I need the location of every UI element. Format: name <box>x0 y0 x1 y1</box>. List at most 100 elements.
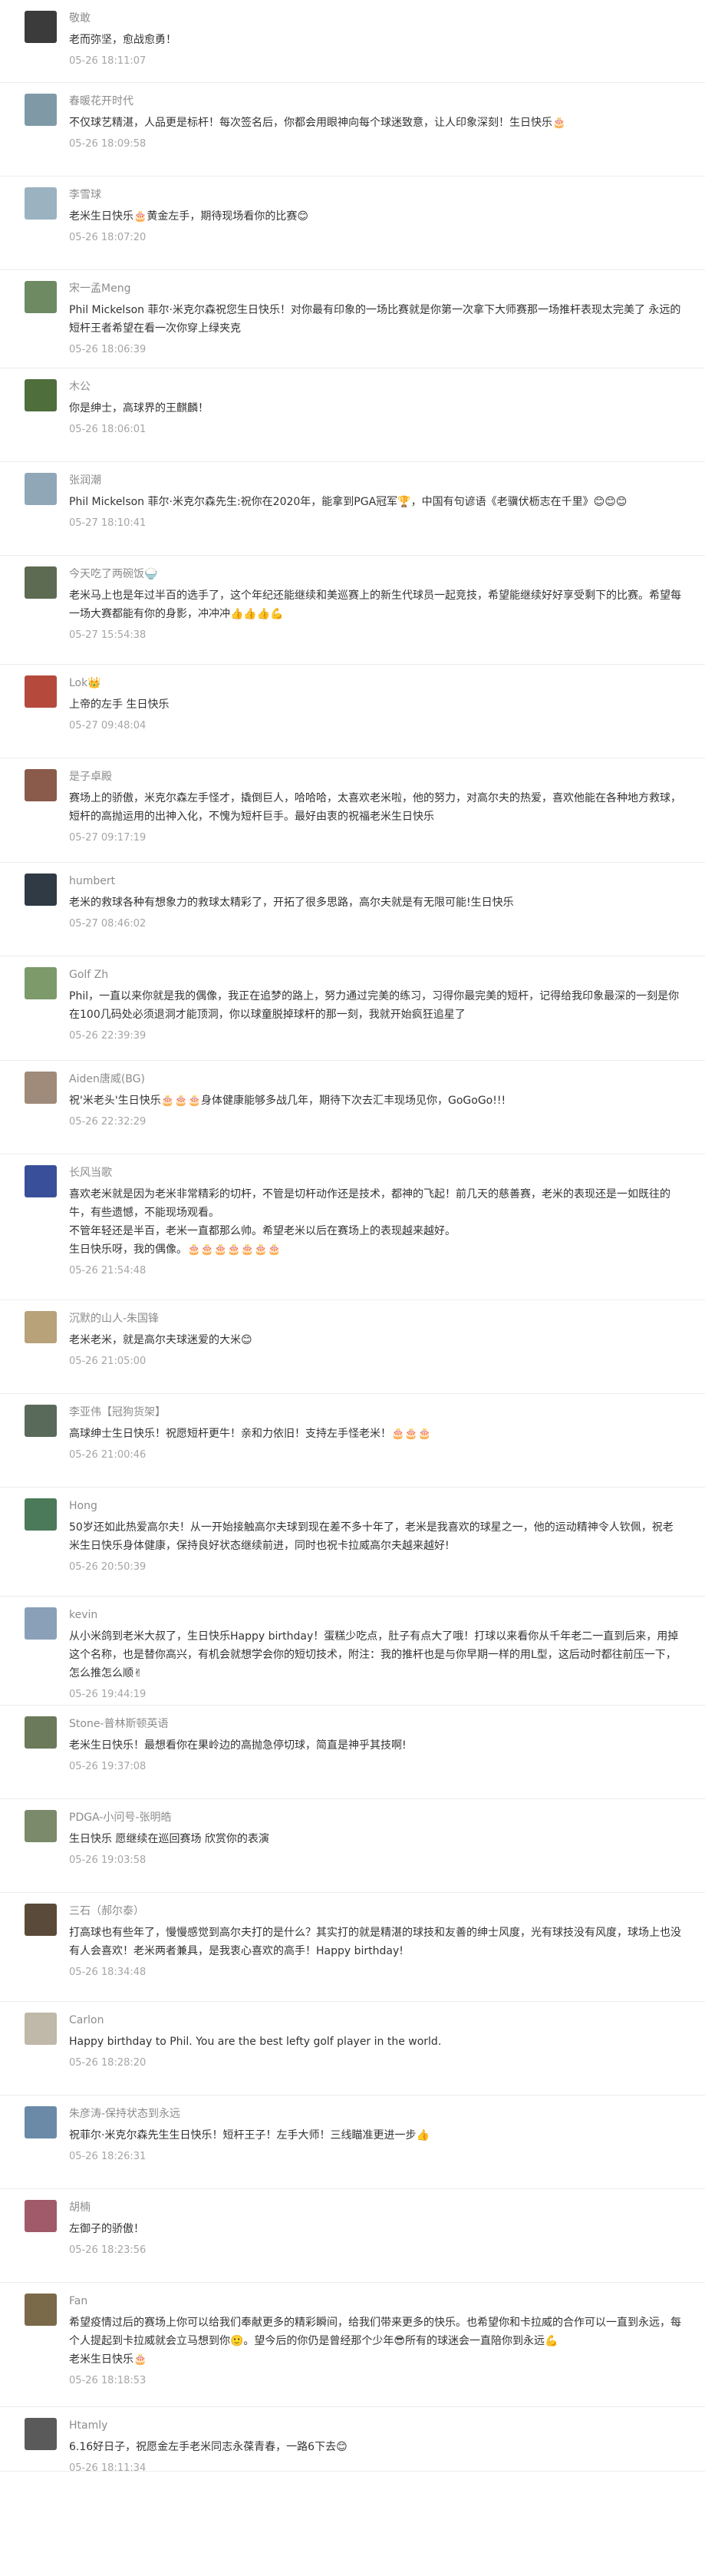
comment-username[interactable]: Fan <box>69 2294 682 2309</box>
avatar-image <box>25 1904 57 1936</box>
comment-item: PDGA-小问号-张明皓 生日快乐 愿继续在巡回赛场 欣赏你的表演 05-26 19… <box>0 1799 705 1893</box>
comment-username[interactable]: Aiden唐威(BG) <box>69 1072 682 1087</box>
comment-text: Phil Mickelson 菲尔·米克尔森先生:祝你在2020年，能拿到PGA… <box>69 496 628 508</box>
avatar[interactable] <box>25 11 57 43</box>
comment-username[interactable]: 宋一孟Meng <box>69 281 682 296</box>
avatar[interactable] <box>25 2106 57 2138</box>
avatar[interactable] <box>25 769 57 801</box>
avatar-image <box>25 1405 57 1437</box>
avatar[interactable] <box>25 1716 57 1749</box>
comment-timestamp: 05-26 21:54:48 <box>69 1265 147 1276</box>
avatar-image <box>25 2013 57 2045</box>
comment-username[interactable]: 敬敢 <box>69 11 682 26</box>
avatar[interactable] <box>25 1607 57 1640</box>
avatar-image <box>25 769 57 801</box>
avatar[interactable] <box>25 967 57 999</box>
comment-timestamp: 05-26 18:06:39 <box>69 344 147 355</box>
comment-item: 沉默的山人-朱国锋 老米老米，就是高尔夫球迷爱的大米😊 05-26 21:05:00 <box>0 1300 705 1394</box>
avatar[interactable] <box>25 2200 57 2232</box>
comment-item: humbert 老米的救球各种有想象力的救球太精彩了，开拓了很多思路，高尔夫就是有… <box>0 863 705 956</box>
comment-timestamp: 05-26 18:26:31 <box>69 2151 147 2162</box>
avatar[interactable] <box>25 2418 57 2450</box>
avatar-image <box>25 2106 57 2138</box>
avatar-image <box>25 874 57 906</box>
comment-text: 6.16好日子，祝愿金左手老米同志永葆青春，一路6下去😊 <box>69 2441 348 2453</box>
comment-text: 喜欢老米就是因为老米非常精彩的切杆，不管是切杆动作还是技术，都神的飞起！前几天的… <box>69 1188 670 1256</box>
avatar[interactable] <box>25 1498 57 1531</box>
comment-text: 生日快乐 愿继续在巡回赛场 欣赏你的表演 <box>69 1833 269 1845</box>
avatar[interactable] <box>25 1810 57 1842</box>
avatar[interactable] <box>25 2294 57 2326</box>
comment-timestamp: 05-26 21:05:00 <box>69 1356 147 1367</box>
comment-username[interactable]: 胡楠 <box>69 2200 682 2215</box>
avatar-image <box>25 1607 57 1640</box>
avatar-image <box>25 675 57 708</box>
avatar[interactable] <box>25 1165 57 1197</box>
comment-timestamp: 05-26 18:18:53 <box>69 2375 147 2386</box>
avatar[interactable] <box>25 473 57 505</box>
avatar-image <box>25 2418 57 2450</box>
comment-timestamp: 05-26 22:39:39 <box>69 1030 147 1042</box>
avatar[interactable] <box>25 874 57 906</box>
comment-timestamp: 05-27 15:54:38 <box>69 629 147 641</box>
comment-username[interactable]: Hong <box>69 1498 682 1514</box>
comment-username[interactable]: Htamly <box>69 2418 682 2433</box>
avatar-image <box>25 1311 57 1343</box>
avatar-image <box>25 94 57 126</box>
comment-username[interactable]: 李亚伟【冠狗货架】 <box>69 1405 682 1420</box>
avatar-image <box>25 281 57 313</box>
avatar-image <box>25 473 57 505</box>
comment-timestamp: 05-26 22:32:29 <box>69 1116 147 1128</box>
avatar-image <box>25 187 57 220</box>
comment-timestamp: 05-26 19:44:19 <box>69 1689 147 1700</box>
avatar[interactable] <box>25 675 57 708</box>
avatar[interactable] <box>25 1405 57 1437</box>
comment-item: 宋一孟Meng Phil Mickelson 菲尔·米克尔森祝您生日快乐！对你最有… <box>0 270 705 368</box>
comment-text: Phil，一直以来你就是我的偶像，我正在追梦的路上，努力通过完美的练习，习得你最… <box>69 990 680 1021</box>
comment-item: 朱彦涛-保持状态到永远 祝菲尔·米克尔森先生生日快乐！短杆王子！左手大师！三线瞄准… <box>0 2095 705 2189</box>
comment-timestamp: 05-27 09:17:19 <box>69 832 147 844</box>
comment-username[interactable]: 三石（郝尔泰） <box>69 1904 682 1919</box>
comment-username[interactable]: humbert <box>69 874 682 889</box>
comment-item: 是子卓殿赛场上的骄傲，米克尔森左手怪才，撬倒巨人，哈哈哈，太喜欢老米啦，他的努力… <box>0 758 705 863</box>
comment-username[interactable]: 今天吃了两碗饭🍚 <box>69 566 682 582</box>
comment-text: 老米生日快乐！最想看你在果岭边的高抛急停切球，简直是神乎其技啊! <box>69 1739 407 1752</box>
comment-username[interactable]: kevin <box>69 1607 682 1623</box>
comment-username[interactable]: 李雪球 <box>69 187 682 203</box>
comment-username[interactable]: 长风当歌 <box>69 1165 682 1181</box>
avatar[interactable] <box>25 379 57 411</box>
avatar[interactable] <box>25 566 57 599</box>
comment-username[interactable]: 是子卓殿 <box>69 769 682 784</box>
avatar[interactable] <box>25 2013 57 2045</box>
avatar-image <box>25 967 57 999</box>
comment-timestamp: 05-26 18:11:07 <box>69 55 147 67</box>
comment-text: 赛场上的骄傲，米克尔森左手怪才，撬倒巨人，哈哈哈，太喜欢老米啦，他的努力，对高尔… <box>69 792 681 823</box>
comment-text: 你是绅士，高球界的王麒麟！ <box>69 402 209 414</box>
comment-text: 老米马上也是年过半百的选手了，这个年纪还能继续和美巡赛上的新生代球员一起竞技，希… <box>69 590 681 620</box>
comment-username[interactable]: 春暖花开时代 <box>69 94 682 109</box>
avatar[interactable] <box>25 281 57 313</box>
comment-item: Lok👑 上帝的左手 生日快乐 05-27 09:48:04 <box>0 665 705 758</box>
comment-timestamp: 05-26 18:07:20 <box>69 232 147 243</box>
comment-timestamp: 05-26 18:09:58 <box>69 138 147 150</box>
comment-username[interactable]: 张润潮 <box>69 473 682 488</box>
comment-username[interactable]: 朱彦涛-保持状态到永远 <box>69 2106 682 2122</box>
comment-username[interactable]: Golf Zh <box>69 967 682 983</box>
avatar[interactable] <box>25 1072 57 1104</box>
avatar[interactable] <box>25 1904 57 1936</box>
comment-item: 李亚伟【冠狗货架】 高球绅士生日快乐！祝愿短杆更牛！亲和力依旧！支持左手怪老米！🎂… <box>0 1394 705 1488</box>
avatar[interactable] <box>25 1311 57 1343</box>
comment-text: 高球绅士生日快乐！祝愿短杆更牛！亲和力依旧！支持左手怪老米！🎂🎂🎂 <box>69 1428 432 1440</box>
comment-item: Fan 希望疫情过后的赛场上你可以给我们奉献更多的精彩瞬间，给我们带来更多的快乐。… <box>0 2283 705 2407</box>
comment-username[interactable]: Stone-普林斯顿英语 <box>69 1716 682 1732</box>
comment-username[interactable]: 木公 <box>69 379 682 395</box>
comment-username[interactable]: 沉默的山人-朱国锋 <box>69 1311 682 1326</box>
comment-username[interactable]: PDGA-小问号-张明皓 <box>69 1810 682 1825</box>
avatar[interactable] <box>25 187 57 220</box>
comment-username[interactable]: Carlon <box>69 2013 682 2028</box>
comment-timestamp: 05-26 18:28:20 <box>69 2057 147 2069</box>
comment-username[interactable]: Lok👑 <box>69 675 682 691</box>
comment-item: Stone-普林斯顿英语 老米生日快乐！最想看你在果岭边的高抛急停切球，简直是神乎… <box>0 1706 705 1799</box>
comment-text: 老米的救球各种有想象力的救球太精彩了，开拓了很多思路，高尔夫就是有无限可能!生日… <box>69 897 514 909</box>
avatar[interactable] <box>25 94 57 126</box>
